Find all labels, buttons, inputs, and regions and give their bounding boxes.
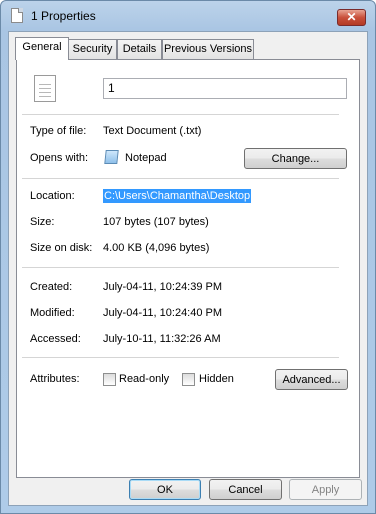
apply-button[interactable]: Apply [289, 479, 362, 500]
separator [22, 267, 339, 268]
cancel-button[interactable]: Cancel [209, 479, 282, 500]
read-only-label[interactable]: Read-only [119, 373, 169, 385]
advanced-button[interactable]: Advanced... [275, 369, 348, 390]
tab-details[interactable]: Details [117, 39, 162, 59]
created-value: July-04-11, 10:24:39 PM [103, 281, 223, 293]
created-label: Created: [30, 281, 73, 293]
accessed-value: July-10-11, 11:32:26 AM [103, 333, 221, 345]
accessed-label: Accessed: [30, 333, 81, 345]
separator [22, 357, 339, 358]
size-label: Size: [30, 216, 55, 228]
tab-security[interactable]: Security [68, 39, 117, 59]
size-on-disk-label: Size on disk: [30, 242, 93, 254]
tab-general[interactable]: General [15, 37, 69, 60]
type-of-file-value: Text Document (.txt) [103, 125, 202, 137]
properties-window: 1 Properties ✕ General Security Details … [0, 0, 376, 514]
modified-value: July-04-11, 10:24:40 PM [103, 307, 223, 319]
tab-previous-versions[interactable]: Previous Versions [162, 39, 254, 59]
size-on-disk-value: 4.00 KB (4,096 bytes) [103, 242, 210, 254]
separator [22, 114, 339, 115]
window-title: 1 Properties [31, 9, 96, 23]
opens-with-label: Opens with: [30, 152, 89, 164]
close-button[interactable]: ✕ [337, 9, 366, 26]
attributes-label: Attributes: [30, 373, 80, 385]
size-value: 107 bytes (107 bytes) [103, 216, 209, 228]
location-value[interactable]: C:\Users\Chamantha\Desktop [103, 189, 252, 203]
general-panel [16, 59, 360, 478]
title-bar[interactable]: 1 Properties ✕ [1, 1, 375, 31]
ok-button[interactable]: OK [129, 479, 201, 500]
text-file-icon [34, 75, 56, 102]
file-name-input[interactable]: 1 [103, 78, 347, 99]
type-of-file-label: Type of file: [30, 125, 87, 137]
hidden-checkbox[interactable] [182, 373, 195, 386]
dialog-body: General Security Details Previous Versio… [8, 31, 368, 506]
separator [22, 178, 339, 179]
hidden-label[interactable]: Hidden [199, 373, 234, 385]
opens-with-value: Notepad [125, 152, 167, 164]
location-label: Location: [30, 190, 75, 202]
change-button[interactable]: Change... [244, 148, 347, 169]
read-only-checkbox[interactable] [103, 373, 116, 386]
modified-label: Modified: [30, 307, 75, 319]
document-icon [11, 8, 23, 23]
notepad-icon [104, 150, 119, 164]
